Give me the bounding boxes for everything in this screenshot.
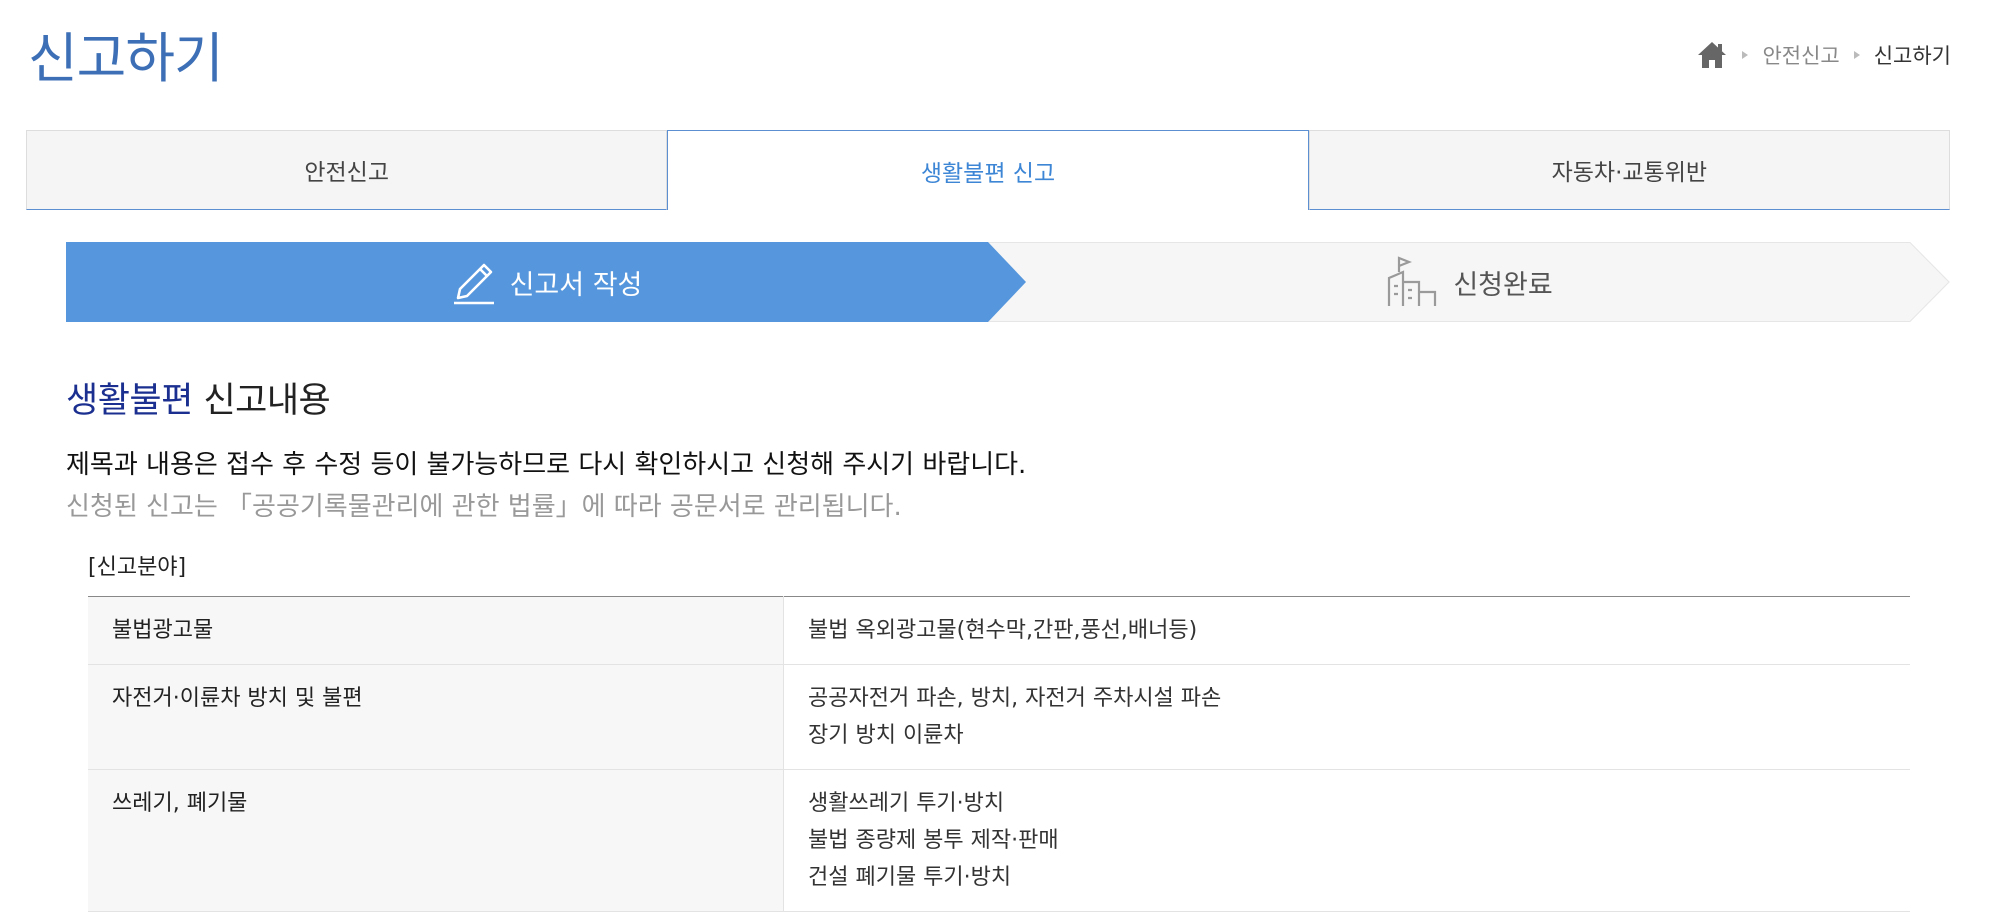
records-notice-text: 신청된 신고는 「공공기록물관리에 관한 법률」에 따라 공문서로 관리됩니다. <box>66 492 902 522</box>
progress-steps: 신청완료 신고서 작성 <box>66 242 1950 322</box>
section-title-highlight: 생활불편 <box>66 381 193 421</box>
category-name: 불법광고물 <box>88 596 784 665</box>
breadcrumb-separator-icon <box>1742 51 1749 59</box>
breadcrumb-separator-icon <box>1853 51 1860 59</box>
breadcrumb-current: 신고하기 <box>1873 44 1951 68</box>
tab-traffic-violation[interactable]: 자동차·교통위반 <box>1308 130 1950 210</box>
section-title: 생활불편 신고내용 <box>66 372 331 423</box>
category-table: 불법광고물 불법 옥외광고물(현수막,간판,풍선,배너등) 자전거·이륜차 방치… <box>88 596 1910 912</box>
home-icon[interactable] <box>1696 40 1728 70</box>
category-details: 공공자전거 파손, 방치, 자전거 주차시설 파손 장기 방치 이륜차 <box>783 664 1910 770</box>
tab-safety-report[interactable]: 안전신고 <box>26 130 668 210</box>
page-title: 신고하기 <box>28 27 224 90</box>
notice-text: 제목과 내용은 접수 후 수정 등이 불가능하므로 다시 확인하시고 신청해 주… <box>66 450 1027 480</box>
step-complete: 신청완료 <box>988 242 1950 322</box>
category-detail-item: 장기 방치 이륜차 <box>808 723 964 748</box>
building-flag-icon <box>1388 256 1437 306</box>
step-complete-label: 신청완료 <box>1453 269 1553 301</box>
category-detail-item: 불법 종량제 봉투 제작·판매 <box>808 828 1059 853</box>
category-detail-item: 공공자전거 파손, 방치, 자전거 주차시설 파손 <box>808 686 1222 711</box>
table-row: 자전거·이륜차 방치 및 불편 공공자전거 파손, 방치, 자전거 주차시설 파… <box>88 664 1910 770</box>
table-row: 쓰레기, 폐기물 생활쓰레기 투기·방치 불법 종량제 봉투 제작·판매 건설 … <box>88 769 1910 912</box>
table-row: 불법광고물 불법 옥외광고물(현수막,간판,풍선,배너등) <box>88 596 1910 665</box>
category-detail-item: 생활쓰레기 투기·방치 <box>808 791 1005 816</box>
category-name: 자전거·이륜차 방치 및 불편 <box>88 664 784 770</box>
category-detail-item: 불법 옥외광고물(현수막,간판,풍선,배너등) <box>808 618 1198 643</box>
category-label: [신고분야] <box>88 555 187 580</box>
breadcrumb-item[interactable]: 안전신고 <box>1762 40 1839 70</box>
category-details: 불법 옥외광고물(현수막,간판,풍선,배너등) <box>783 596 1910 665</box>
report-type-tabs: 안전신고 생활불편 신고 자동차·교통위반 <box>26 130 1950 210</box>
section-title-rest: 신고내용 <box>192 381 331 421</box>
step-write-report: 신고서 작성 <box>66 242 1026 322</box>
category-name: 쓰레기, 폐기물 <box>88 769 784 912</box>
pencil-icon <box>453 263 494 305</box>
category-detail-item: 건설 폐기물 투기·방치 <box>808 865 1012 890</box>
category-details: 생활쓰레기 투기·방치 불법 종량제 봉투 제작·판매 건설 폐기물 투기·방치 <box>783 769 1910 912</box>
step-write-label: 신고서 작성 <box>509 269 643 301</box>
tab-living-inconvenience-report[interactable]: 생활불편 신고 <box>667 130 1309 210</box>
breadcrumb: 안전신고 신고하기 <box>1696 40 1951 70</box>
